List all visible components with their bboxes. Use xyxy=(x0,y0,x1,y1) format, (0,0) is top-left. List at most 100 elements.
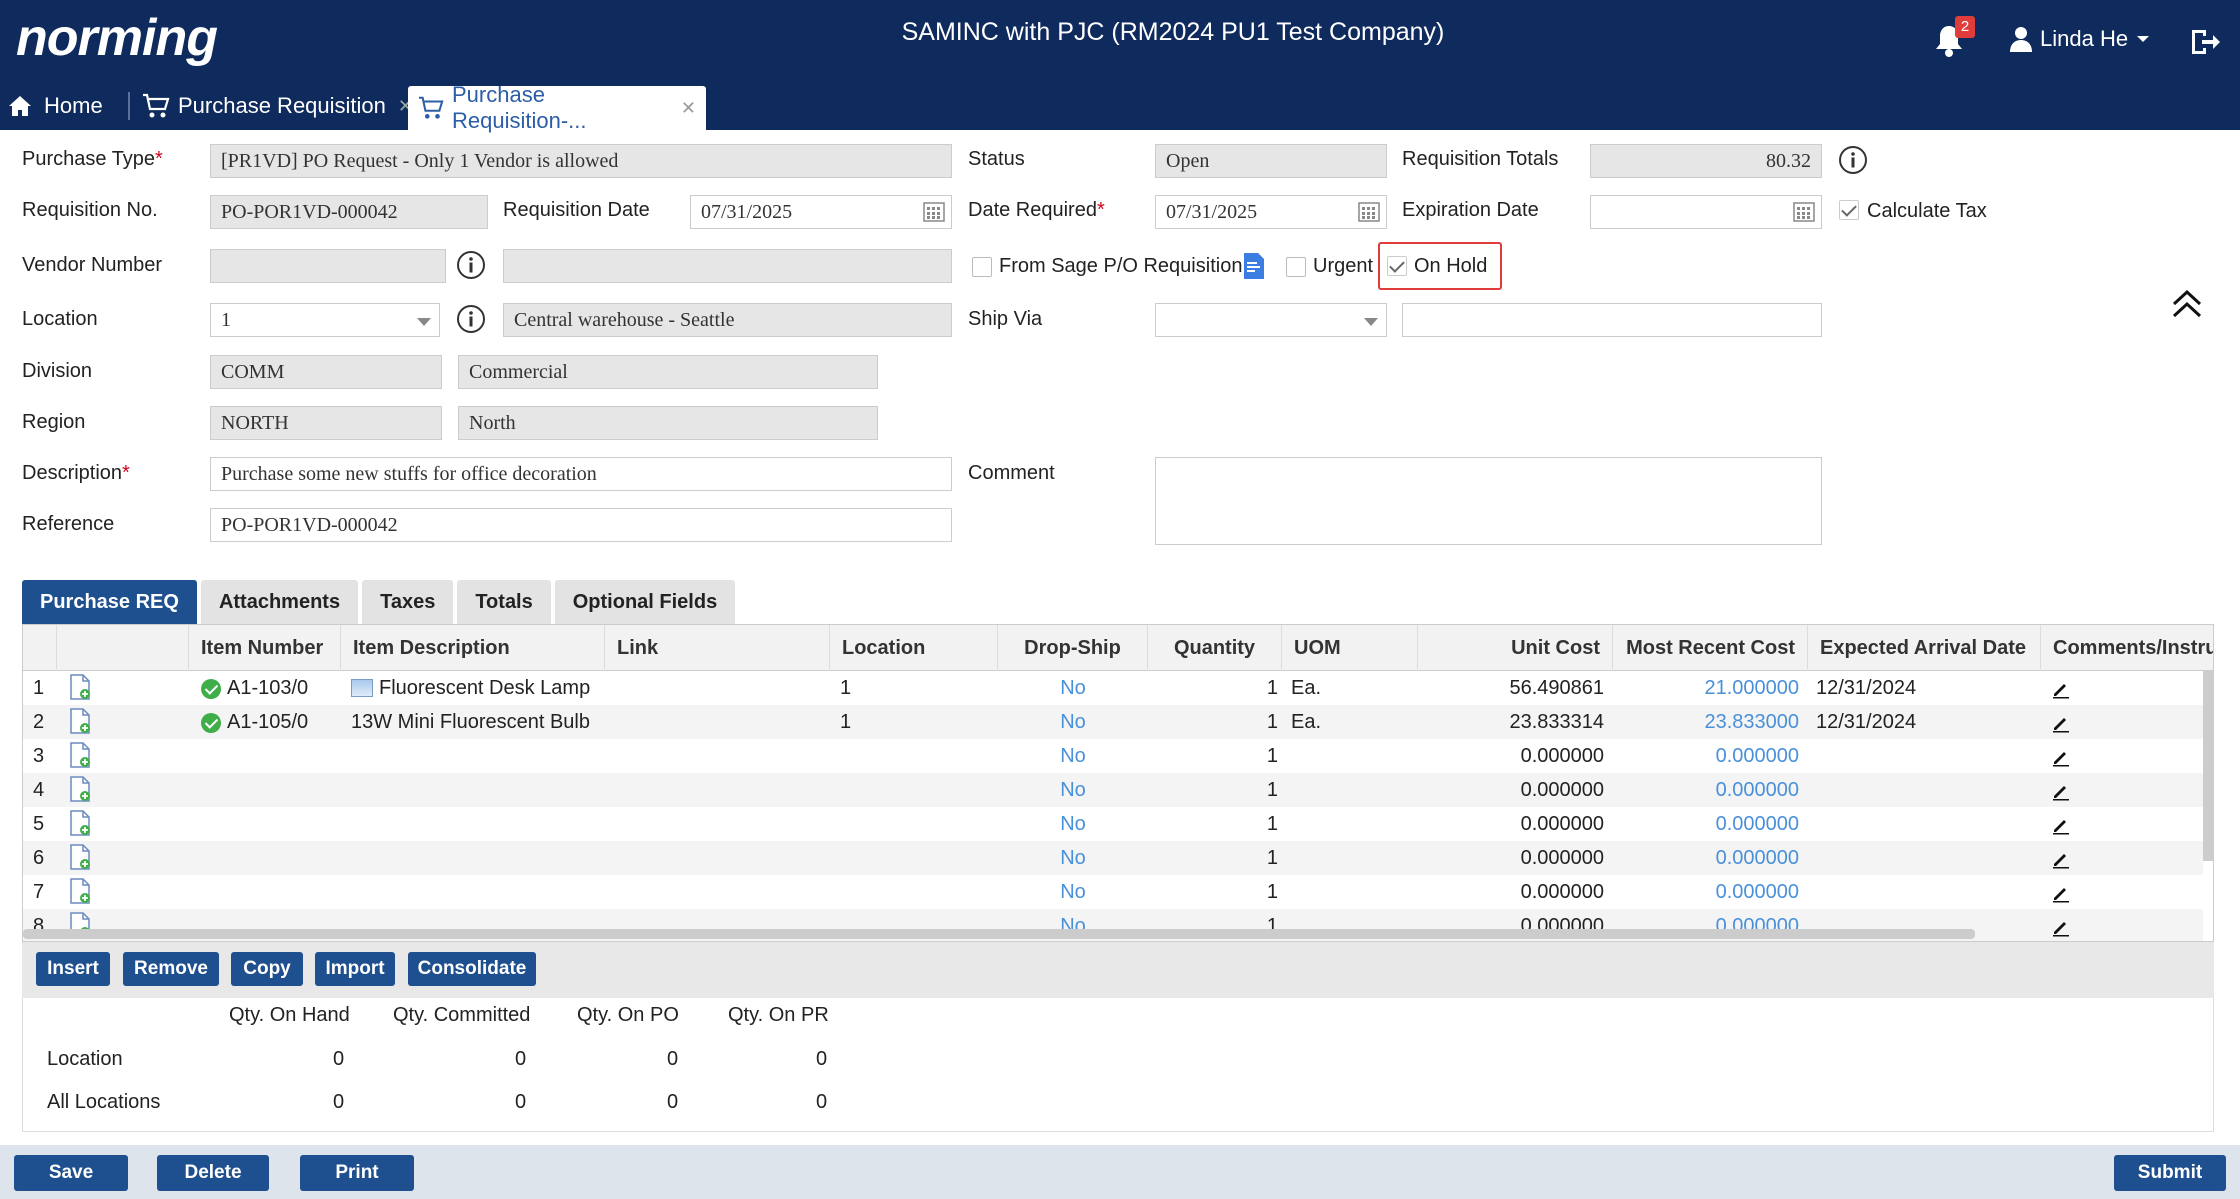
from-sage-checkbox[interactable] xyxy=(972,257,992,277)
date-required-field[interactable]: 07/31/2025 xyxy=(1155,195,1387,229)
drop-ship-cell[interactable]: No xyxy=(998,875,1148,909)
most-recent-cost-cell[interactable]: 23.833000 xyxy=(1613,705,1799,739)
column-header[interactable]: Location xyxy=(830,625,998,671)
quantity-cell: 1 xyxy=(1266,847,1278,869)
info-icon[interactable] xyxy=(456,304,486,334)
urgent-checkbox[interactable] xyxy=(1286,257,1306,277)
edit-comment-icon[interactable] xyxy=(2051,679,2071,699)
submit-button[interactable]: Submit xyxy=(2114,1155,2226,1191)
delete-button[interactable]: Delete xyxy=(157,1155,269,1191)
logout-icon[interactable] xyxy=(2188,26,2220,58)
info-icon[interactable] xyxy=(1838,145,1868,175)
drop-ship-cell[interactable]: No xyxy=(998,739,1148,773)
info-icon[interactable] xyxy=(456,250,486,280)
drop-ship-cell[interactable]: No xyxy=(998,807,1148,841)
most-recent-cost-cell[interactable]: 0.000000 xyxy=(1613,773,1799,807)
column-header[interactable]: Most Recent Cost xyxy=(1613,625,1808,671)
tab-totals[interactable]: Totals xyxy=(457,580,551,624)
close-icon[interactable]: ✕ xyxy=(681,98,696,119)
column-header[interactable]: Drop-Ship xyxy=(998,625,1148,671)
add-document-icon[interactable] xyxy=(69,810,91,836)
tab-purchase-req[interactable]: Purchase REQ xyxy=(22,580,197,624)
column-header[interactable]: Item Description xyxy=(341,625,605,671)
reference-input[interactable]: PO-POR1VD-000042 xyxy=(210,508,952,542)
ship-via-description[interactable] xyxy=(1402,303,1822,337)
insert-button[interactable]: Insert xyxy=(36,952,110,986)
comment-textarea[interactable] xyxy=(1155,457,1822,545)
add-document-icon[interactable] xyxy=(69,708,91,734)
edit-comment-icon[interactable] xyxy=(2051,713,2071,733)
qty-value: 0 xyxy=(515,1048,527,1070)
column-header[interactable]: Link xyxy=(605,625,830,671)
drop-ship-cell[interactable]: No xyxy=(998,705,1148,739)
calendar-icon[interactable] xyxy=(1793,202,1815,222)
tab-attachments[interactable]: Attachments xyxy=(200,580,359,624)
tab-optional-fields[interactable]: Optional Fields xyxy=(554,580,736,624)
ship-via-select[interactable] xyxy=(1155,303,1387,337)
on-hold-checkbox[interactable] xyxy=(1387,256,1407,276)
remove-button[interactable]: Remove xyxy=(123,952,219,986)
most-recent-cost-cell[interactable]: 0.000000 xyxy=(1613,841,1799,875)
description-input[interactable]: Purchase some new stuffs for office deco… xyxy=(210,457,952,491)
table-row[interactable]: 4 No 1 0.000000 0.000000 xyxy=(23,773,2203,807)
vertical-scrollbar[interactable] xyxy=(2203,671,2213,861)
drop-ship-cell[interactable]: No xyxy=(998,671,1148,705)
horizontal-scrollbar[interactable] xyxy=(23,929,1975,939)
most-recent-cost-cell[interactable]: 21.000000 xyxy=(1613,671,1799,705)
column-header[interactable]: UOM xyxy=(1282,625,1418,671)
consolidate-button[interactable]: Consolidate xyxy=(408,952,536,986)
import-button[interactable]: Import xyxy=(315,952,395,986)
unit-cost-cell: 0.000000 xyxy=(1520,779,1604,801)
table-row[interactable]: 1 A1-103/0 Fluorescent Desk Lamp 1 No 1 Ea. 56.… xyxy=(23,671,2203,705)
image-icon[interactable] xyxy=(351,679,373,697)
calendar-icon[interactable] xyxy=(923,202,945,222)
from-sage-label: From Sage P/O Requisition xyxy=(999,255,1243,277)
column-header[interactable]: Expected Arrival Date xyxy=(1808,625,2041,671)
add-document-icon[interactable] xyxy=(69,742,91,768)
collapse-icon[interactable] xyxy=(2170,286,2204,320)
column-header[interactable]: Comments/Instru xyxy=(2041,625,2213,671)
tab-purchase-requisition-detail[interactable]: Purchase Requisition-... ✕ xyxy=(408,82,706,133)
user-menu[interactable]: Linda He xyxy=(2010,26,2150,52)
column-header[interactable]: Item Number xyxy=(189,625,341,671)
drop-ship-cell[interactable]: No xyxy=(998,773,1148,807)
table-row[interactable]: 5 No 1 0.000000 0.000000 xyxy=(23,807,2203,841)
most-recent-cost-cell[interactable]: 0.000000 xyxy=(1613,807,1799,841)
save-button[interactable]: Save xyxy=(14,1155,128,1191)
add-document-icon[interactable] xyxy=(69,776,91,802)
edit-comment-icon[interactable] xyxy=(2051,849,2071,869)
requisition-date-field[interactable]: 07/31/2025 xyxy=(690,195,952,229)
tab-home[interactable]: Home xyxy=(8,86,103,126)
add-document-icon[interactable] xyxy=(69,844,91,870)
edit-comment-icon[interactable] xyxy=(2051,917,2071,937)
calendar-icon[interactable] xyxy=(1358,202,1380,222)
document-icon[interactable] xyxy=(1242,252,1266,280)
requisition-totals-label: Requisition Totals xyxy=(1402,148,1559,170)
table-row[interactable]: 2 A1-105/0 13W Mini Fluorescent Bulb 1 No 1 Ea… xyxy=(23,705,2203,739)
quantity-summary: Qty. On Hand Qty. Committed Qty. On PO Q… xyxy=(22,998,2214,1132)
column-header[interactable]: Unit Cost xyxy=(1418,625,1613,671)
most-recent-cost-cell[interactable]: 0.000000 xyxy=(1613,739,1799,773)
edit-comment-icon[interactable] xyxy=(2051,781,2071,801)
purchase-type-field[interactable]: [PR1VD] PO Request - Only 1 Vendor is al… xyxy=(210,144,952,178)
copy-button[interactable]: Copy xyxy=(231,952,303,986)
add-document-icon[interactable] xyxy=(69,674,91,700)
expiration-date-field[interactable] xyxy=(1590,195,1822,229)
print-button[interactable]: Print xyxy=(300,1155,414,1191)
edit-comment-icon[interactable] xyxy=(2051,883,2071,903)
add-document-icon[interactable] xyxy=(69,878,91,904)
calculate-tax-checkbox[interactable] xyxy=(1839,200,1859,220)
table-row[interactable]: 3 No 1 0.000000 0.000000 xyxy=(23,739,2203,773)
edit-comment-icon[interactable] xyxy=(2051,747,2071,767)
table-row[interactable]: 7 No 1 0.000000 0.000000 xyxy=(23,875,2203,909)
tab-purchase-requisition[interactable]: Purchase Requisition ✕ xyxy=(142,86,413,126)
column-header[interactable]: Quantity xyxy=(1148,625,1282,671)
tab-taxes[interactable]: Taxes xyxy=(362,580,454,624)
expected-arrival-cell: 12/31/2024 xyxy=(1816,711,1917,733)
table-row[interactable]: 6 No 1 0.000000 0.000000 xyxy=(23,841,2203,875)
most-recent-cost-cell[interactable]: 0.000000 xyxy=(1613,875,1799,909)
drop-ship-cell[interactable]: No xyxy=(998,841,1148,875)
location-select[interactable]: 1 xyxy=(210,303,440,337)
edit-comment-icon[interactable] xyxy=(2051,815,2071,835)
row-number: 4 xyxy=(33,779,45,801)
